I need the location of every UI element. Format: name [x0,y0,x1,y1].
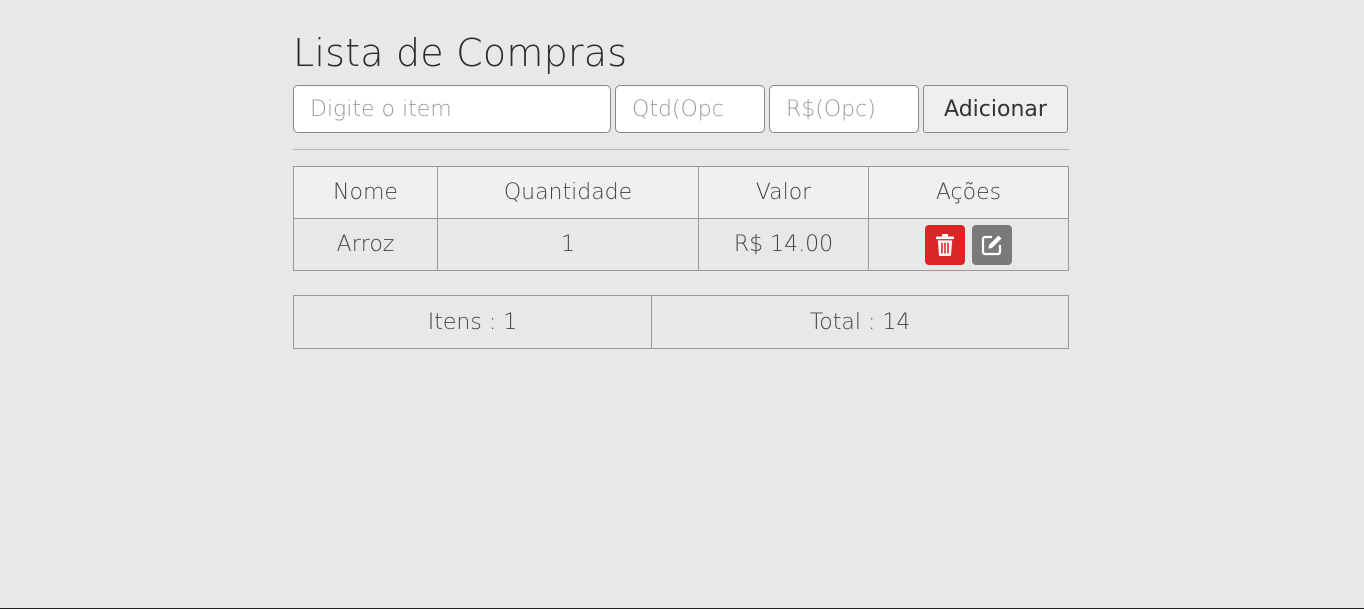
table-row: Arroz 1 R$ 14.00 [293,218,1069,271]
header-acoes: Ações [868,166,1069,219]
delete-button[interactable] [925,224,965,265]
add-button[interactable]: Adicionar [923,85,1068,133]
summary-row: Itens : 1 Total : 14 [293,295,1069,349]
summary-table: Itens : 1 Total : 14 [293,295,1069,349]
cell-acoes [868,218,1069,271]
divider [293,149,1069,150]
items-table: Nome Quantidade Valor Ações Arroz 1 R$ 1… [293,166,1069,271]
total-value: Total : 14 [651,295,1069,349]
items-count: Itens : 1 [293,295,652,349]
item-input[interactable] [293,85,611,133]
cell-nome: Arroz [293,218,438,271]
trash-icon [936,233,954,256]
table-header-row: Nome Quantidade Valor Ações [293,166,1069,219]
cell-valor: R$ 14.00 [698,218,869,271]
add-item-form: Adicionar [293,85,1069,133]
row-actions [869,224,1068,265]
page-title: Lista de Compras [293,31,628,75]
header-valor: Valor [698,166,869,219]
price-input[interactable] [769,85,919,133]
header-nome: Nome [293,166,438,219]
edit-icon [981,235,1002,255]
shopping-list-container: Lista de Compras Adicionar Nome Quantida… [293,28,1069,349]
cell-quantidade: 1 [437,218,699,271]
header-quantidade: Quantidade [437,166,699,219]
edit-button[interactable] [972,224,1012,265]
quantity-input[interactable] [615,85,765,133]
